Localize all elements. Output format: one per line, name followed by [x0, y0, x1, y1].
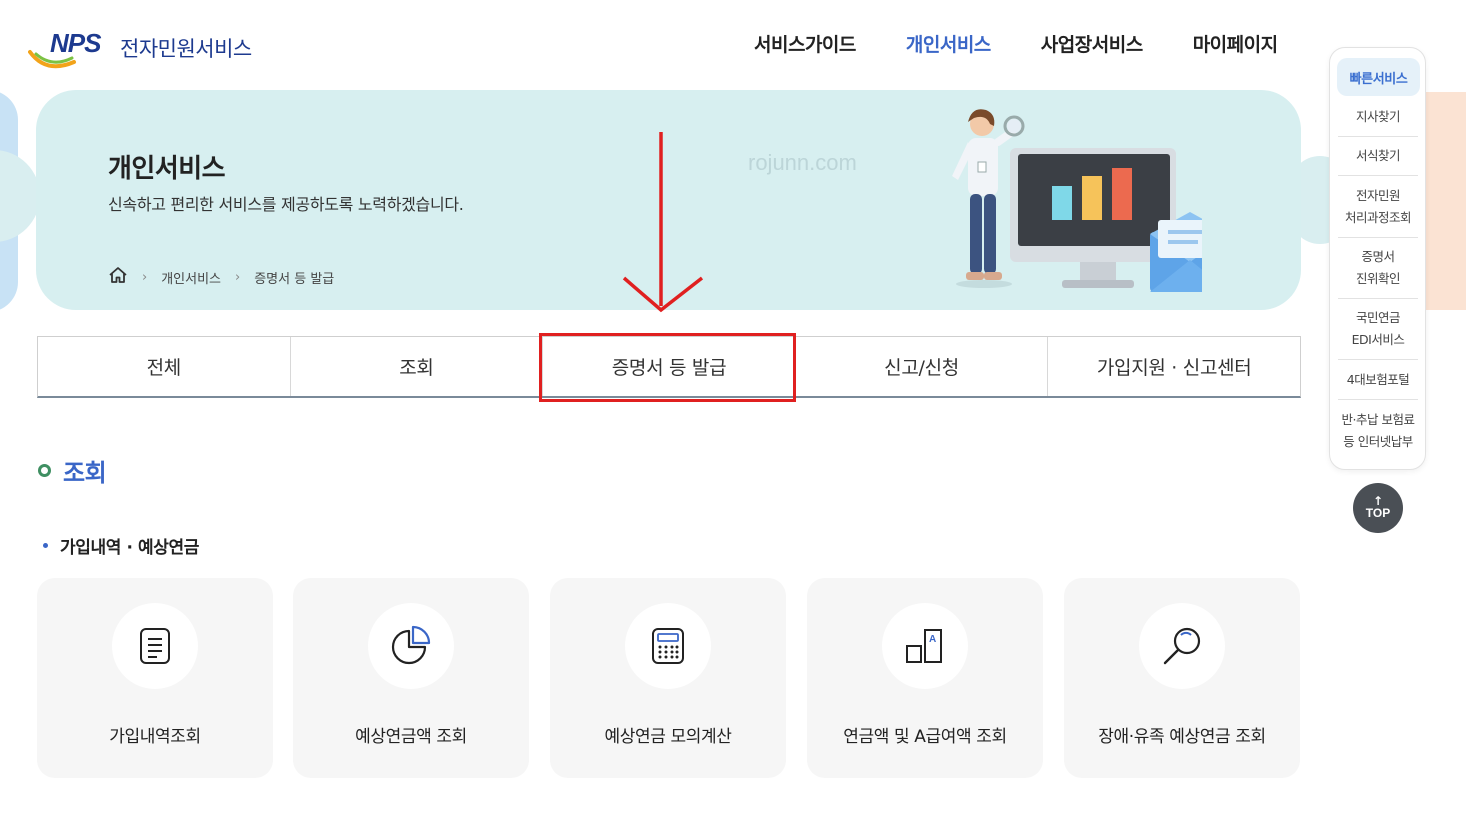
tab-certificate-issue[interactable]: 증명서 등 발급: [543, 337, 796, 396]
calculator-icon: [652, 628, 684, 664]
tab-inquiry[interactable]: 조회: [291, 337, 544, 396]
svg-text:A: A: [929, 634, 936, 645]
page: NPS 전자민원서비스 서비스가이드 개인서비스 사업장서비스 마이페이지 개인…: [0, 0, 1466, 819]
nav-service-guide[interactable]: 서비스가이드: [754, 30, 856, 57]
nav-personal-service[interactable]: 개인서비스: [906, 30, 991, 57]
pie-chart-icon: [391, 625, 431, 665]
quick-menu-title: 빠른서비스: [1337, 58, 1420, 96]
dot-bullet-icon: [43, 543, 48, 548]
quick-menu-list: 지사찾기 서식찾기 전자민원 처리과정조회 증명서 진위확인 국민연금 EDI서…: [1338, 98, 1418, 462]
section-heading: 조회: [38, 453, 107, 488]
nav-business-service[interactable]: 사업장서비스: [1041, 30, 1143, 57]
section-title: 조회: [63, 459, 107, 487]
page-subtitle: 신속하고 편리한 서비스를 제공하도록 노력하겠습니다.: [108, 195, 464, 214]
logo-name: 전자민원서비스: [120, 37, 252, 61]
quick-item-online-payment[interactable]: 반·추납 보험료 등 인터넷납부: [1338, 400, 1418, 462]
watermark: rojunn.com: [748, 150, 857, 175]
bar-a-icon: A: [906, 629, 942, 663]
breadcrumb-item-certificate[interactable]: 증명서 등 발급: [254, 268, 334, 287]
document-icon: [140, 628, 170, 664]
subsection-title: 가입내역 · 예상연금: [60, 538, 200, 558]
scroll-top-button[interactable]: ↑ TOP: [1353, 483, 1403, 533]
card-label: 연금액 및 A급여액 조회: [843, 727, 1007, 747]
quick-item-certificate-verify[interactable]: 증명서 진위확인: [1338, 238, 1418, 299]
circle-bullet-icon: [38, 464, 51, 477]
scroll-top-label: TOP: [1365, 506, 1391, 520]
card-enrollment-history[interactable]: 가입내역조회: [37, 578, 273, 778]
card-label: 예상연금액 조회: [355, 727, 467, 747]
site-logo[interactable]: NPS 전자민원서비스: [28, 28, 252, 72]
breadcrumb: › 개인서비스 › 증명서 등 발급: [108, 266, 334, 288]
annotation-arrow: [622, 132, 704, 313]
page-title: 개인서비스: [108, 154, 226, 184]
service-tabs: 전체 조회 증명서 등 발급 신고/신청 가입지원 · 신고센터: [37, 336, 1301, 398]
quick-item-form-finder[interactable]: 서식찾기: [1338, 137, 1418, 176]
home-icon[interactable]: [108, 266, 128, 288]
left-decoration-bubble: [0, 150, 40, 242]
chevron-right-icon: ›: [235, 269, 241, 285]
logo-mark-text: NPS: [50, 28, 101, 58]
card-expected-pension[interactable]: 예상연금액 조회: [293, 578, 529, 778]
quick-item-insurance-portal[interactable]: 4대보험포털: [1338, 360, 1418, 400]
subsection-heading: 가입내역 · 예상연금: [43, 533, 199, 558]
card-label: 가입내역조회: [109, 727, 201, 747]
main-nav: 서비스가이드 개인서비스 사업장서비스 마이페이지: [754, 30, 1278, 57]
card-pension-a-benefit[interactable]: A 연금액 및 A급여액 조회: [807, 578, 1043, 778]
breadcrumb-item-personal-service[interactable]: 개인서비스: [161, 268, 221, 287]
card-label: 예상연금 모의계산: [604, 727, 732, 747]
card-disability-survivor-pension[interactable]: 장애·유족 예상연금 조회: [1064, 578, 1300, 778]
chevron-right-icon: ›: [142, 269, 148, 285]
search-icon: [1163, 627, 1201, 665]
hero-illustration: [952, 109, 1202, 292]
arrow-up-icon: ↑: [1372, 494, 1384, 508]
nav-my-page[interactable]: 마이페이지: [1193, 30, 1278, 57]
tab-join-support[interactable]: 가입지원 · 신고센터: [1048, 337, 1300, 396]
quick-item-process-status[interactable]: 전자민원 처리과정조회: [1338, 176, 1418, 238]
nps-logo-mark: NPS: [28, 28, 116, 72]
quick-item-branch-finder[interactable]: 지사찾기: [1338, 98, 1418, 137]
card-label: 장애·유족 예상연금 조회: [1098, 727, 1266, 747]
quick-service-menu: 빠른서비스 지사찾기 서식찾기 전자민원 처리과정조회 증명서 진위확인 국민연…: [1329, 47, 1426, 470]
tab-report-apply[interactable]: 신고/신청: [796, 337, 1049, 396]
card-pension-simulation[interactable]: 예상연금 모의계산: [550, 578, 786, 778]
quick-item-edi-service[interactable]: 국민연금 EDI서비스: [1338, 299, 1418, 360]
tab-all[interactable]: 전체: [38, 337, 291, 396]
